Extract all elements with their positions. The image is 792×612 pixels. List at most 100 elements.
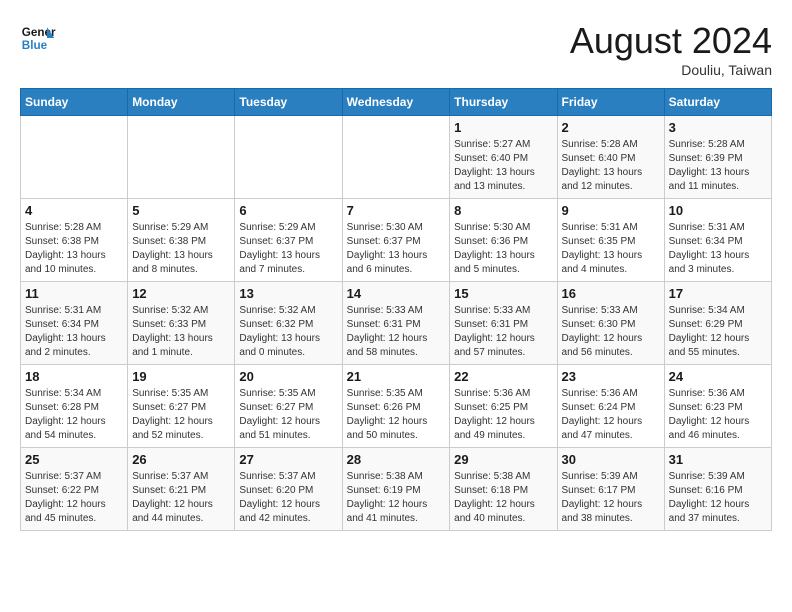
calendar-cell: 22Sunrise: 5:36 AM Sunset: 6:25 PM Dayli… [450, 365, 557, 448]
page-header: General Blue August 2024 Douliu, Taiwan [20, 20, 772, 78]
calendar-cell: 15 Sunrise: 5:33 AM Sunset: 6:31 PM Dayli… [450, 282, 557, 365]
day-number: 16 [562, 286, 660, 301]
day-info: Sunrise: 5:35 AM Sunset: 6:26 PM Dayligh… [347, 387, 446, 443]
day-info: Sunrise: 5:37 AM Sunset: 6:21 PM Dayligh… [132, 470, 230, 526]
day-info: Sunrise: 5:29 AM Sunset: 6:38 PM Dayligh… [132, 221, 230, 277]
day-info: Sunrise: 5:36 AM Sunset: 6:24 PM Dayligh… [562, 387, 660, 443]
calendar-cell: 27Sunrise: 5:37 AM Sunset: 6:20 PM Dayli… [235, 448, 342, 531]
day-number: 28 [347, 452, 446, 467]
day-number: 4 [25, 203, 123, 218]
day-info: Sunrise: 5:35 AM Sunset: 6:27 PM Dayligh… [132, 387, 230, 443]
day-number: 1 [454, 120, 552, 135]
day-number: 15 [454, 286, 552, 301]
day-number: 31 [669, 452, 767, 467]
calendar-header-row: SundayMondayTuesdayWednesdayThursdayFrid… [21, 89, 772, 116]
day-info: Sunrise: 5:33 AM Sunset: 6:31 PM Dayligh… [454, 304, 552, 360]
calendar-cell: 3 Sunrise: 5:28 AM Sunset: 6:39 PM Daylig… [664, 116, 771, 199]
day-info: Sunrise: 5:31 AM Sunset: 6:34 PM Dayligh… [25, 304, 123, 360]
calendar-cell: 26 Sunrise: 5:37 AM Sunset: 6:21 PM Dayli… [128, 448, 235, 531]
calendar-week-5: 25Sunrise: 5:37 AM Sunset: 6:22 PM Dayli… [21, 448, 772, 531]
calendar-cell: 4 Sunrise: 5:28 AM Sunset: 6:38 PM Daylig… [21, 199, 128, 282]
day-info: Sunrise: 5:30 AM Sunset: 6:37 PM Dayligh… [347, 221, 446, 277]
day-info: Sunrise: 5:28 AM Sunset: 6:39 PM Dayligh… [669, 138, 767, 194]
day-info: Sunrise: 5:28 AM Sunset: 6:38 PM Dayligh… [25, 221, 123, 277]
calendar-cell: 24Sunrise: 5:36 AM Sunset: 6:23 PM Dayli… [664, 365, 771, 448]
calendar-cell: 30Sunrise: 5:39 AM Sunset: 6:17 PM Dayli… [557, 448, 664, 531]
day-info: Sunrise: 5:38 AM Sunset: 6:19 PM Dayligh… [347, 470, 446, 526]
calendar-week-4: 18 Sunrise: 5:34 AM Sunset: 6:28 PM Dayli… [21, 365, 772, 448]
day-header-tuesday: Tuesday [235, 89, 342, 116]
day-header-sunday: Sunday [21, 89, 128, 116]
calendar-table: SundayMondayTuesdayWednesdayThursdayFrid… [20, 88, 772, 531]
day-info: Sunrise: 5:32 AM Sunset: 6:32 PM Dayligh… [239, 304, 337, 360]
day-number: 6 [239, 203, 337, 218]
calendar-cell: 8 Sunrise: 5:30 AM Sunset: 6:36 PM Daylig… [450, 199, 557, 282]
calendar-cell: 13Sunrise: 5:32 AM Sunset: 6:32 PM Dayli… [235, 282, 342, 365]
day-number: 14 [347, 286, 446, 301]
day-info: Sunrise: 5:34 AM Sunset: 6:28 PM Dayligh… [25, 387, 123, 443]
title-block: August 2024 Douliu, Taiwan [570, 20, 772, 78]
day-number: 18 [25, 369, 123, 384]
day-number: 11 [25, 286, 123, 301]
svg-text:Blue: Blue [22, 39, 48, 52]
day-number: 8 [454, 203, 552, 218]
calendar-cell [235, 116, 342, 199]
day-number: 2 [562, 120, 660, 135]
calendar-cell: 1 Sunrise: 5:27 AM Sunset: 6:40 PM Daylig… [450, 116, 557, 199]
day-info: Sunrise: 5:29 AM Sunset: 6:37 PM Dayligh… [239, 221, 337, 277]
calendar-cell: 29Sunrise: 5:38 AM Sunset: 6:18 PM Dayli… [450, 448, 557, 531]
day-info: Sunrise: 5:27 AM Sunset: 6:40 PM Dayligh… [454, 138, 552, 194]
day-header-saturday: Saturday [664, 89, 771, 116]
logo-icon: General Blue [20, 20, 56, 56]
calendar-cell: 25Sunrise: 5:37 AM Sunset: 6:22 PM Dayli… [21, 448, 128, 531]
day-number: 7 [347, 203, 446, 218]
calendar-cell: 10 Sunrise: 5:31 AM Sunset: 6:34 PM Dayli… [664, 199, 771, 282]
day-header-thursday: Thursday [450, 89, 557, 116]
logo: General Blue [20, 20, 56, 56]
calendar-cell: 28 Sunrise: 5:38 AM Sunset: 6:19 PM Dayli… [342, 448, 450, 531]
calendar-cell: 7 Sunrise: 5:30 AM Sunset: 6:37 PM Daylig… [342, 199, 450, 282]
month-year: August 2024 [570, 20, 772, 62]
calendar-cell [128, 116, 235, 199]
day-info: Sunrise: 5:36 AM Sunset: 6:23 PM Dayligh… [669, 387, 767, 443]
day-info: Sunrise: 5:28 AM Sunset: 6:40 PM Dayligh… [562, 138, 660, 194]
calendar-cell: 2 Sunrise: 5:28 AM Sunset: 6:40 PM Daylig… [557, 116, 664, 199]
calendar-cell: 23 Sunrise: 5:36 AM Sunset: 6:24 PM Dayli… [557, 365, 664, 448]
calendar-cell: 18 Sunrise: 5:34 AM Sunset: 6:28 PM Dayli… [21, 365, 128, 448]
calendar-cell: 12 Sunrise: 5:32 AM Sunset: 6:33 PM Dayli… [128, 282, 235, 365]
day-number: 3 [669, 120, 767, 135]
calendar-body: 1 Sunrise: 5:27 AM Sunset: 6:40 PM Daylig… [21, 116, 772, 531]
day-info: Sunrise: 5:35 AM Sunset: 6:27 PM Dayligh… [239, 387, 337, 443]
day-info: Sunrise: 5:33 AM Sunset: 6:31 PM Dayligh… [347, 304, 446, 360]
calendar-cell [342, 116, 450, 199]
day-number: 30 [562, 452, 660, 467]
day-info: Sunrise: 5:31 AM Sunset: 6:35 PM Dayligh… [562, 221, 660, 277]
calendar-cell: 19 Sunrise: 5:35 AM Sunset: 6:27 PM Dayli… [128, 365, 235, 448]
calendar-cell: 9 Sunrise: 5:31 AM Sunset: 6:35 PM Daylig… [557, 199, 664, 282]
day-number: 10 [669, 203, 767, 218]
calendar-cell: 11 Sunrise: 5:31 AM Sunset: 6:34 PM Dayli… [21, 282, 128, 365]
calendar-cell: 17Sunrise: 5:34 AM Sunset: 6:29 PM Dayli… [664, 282, 771, 365]
day-info: Sunrise: 5:39 AM Sunset: 6:16 PM Dayligh… [669, 470, 767, 526]
day-number: 5 [132, 203, 230, 218]
day-info: Sunrise: 5:32 AM Sunset: 6:33 PM Dayligh… [132, 304, 230, 360]
calendar-week-3: 11 Sunrise: 5:31 AM Sunset: 6:34 PM Dayli… [21, 282, 772, 365]
calendar-cell: 5 Sunrise: 5:29 AM Sunset: 6:38 PM Daylig… [128, 199, 235, 282]
calendar-cell: 6 Sunrise: 5:29 AM Sunset: 6:37 PM Daylig… [235, 199, 342, 282]
day-number: 29 [454, 452, 552, 467]
day-info: Sunrise: 5:30 AM Sunset: 6:36 PM Dayligh… [454, 221, 552, 277]
day-header-monday: Monday [128, 89, 235, 116]
day-header-wednesday: Wednesday [342, 89, 450, 116]
calendar-cell: 20Sunrise: 5:35 AM Sunset: 6:27 PM Dayli… [235, 365, 342, 448]
day-number: 26 [132, 452, 230, 467]
day-info: Sunrise: 5:33 AM Sunset: 6:30 PM Dayligh… [562, 304, 660, 360]
location: Douliu, Taiwan [570, 62, 772, 78]
day-number: 19 [132, 369, 230, 384]
day-number: 21 [347, 369, 446, 384]
calendar-cell: 21 Sunrise: 5:35 AM Sunset: 6:26 PM Dayli… [342, 365, 450, 448]
day-info: Sunrise: 5:31 AM Sunset: 6:34 PM Dayligh… [669, 221, 767, 277]
day-info: Sunrise: 5:37 AM Sunset: 6:20 PM Dayligh… [239, 470, 337, 526]
day-number: 12 [132, 286, 230, 301]
day-number: 9 [562, 203, 660, 218]
day-number: 23 [562, 369, 660, 384]
